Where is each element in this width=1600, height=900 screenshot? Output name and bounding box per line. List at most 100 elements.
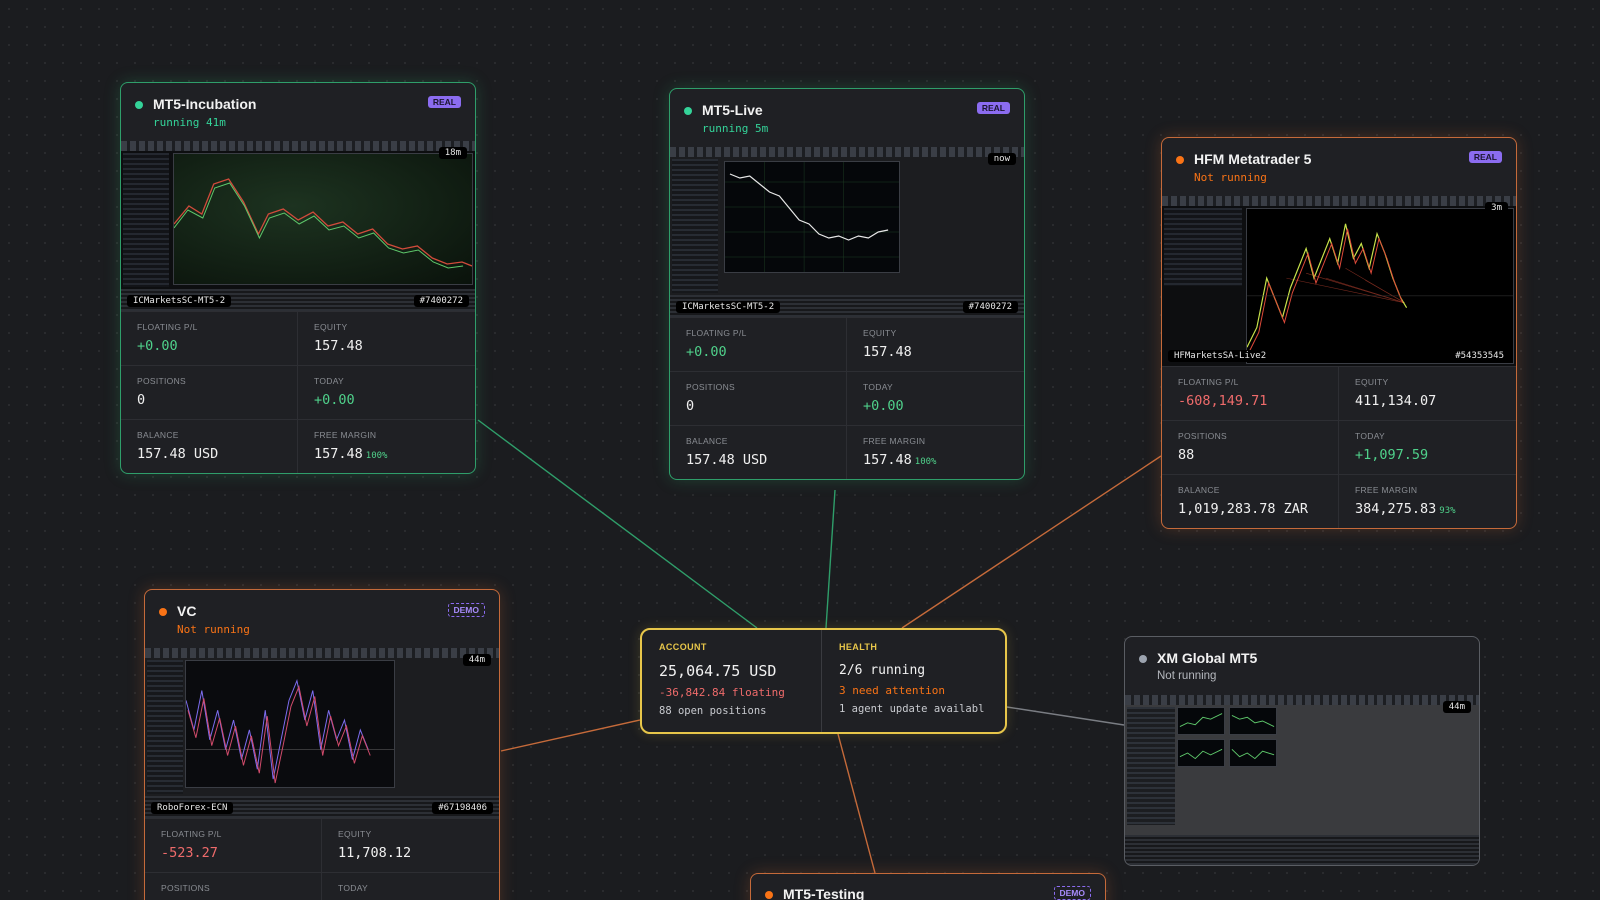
server-label: ICMarketsSC-MT5-2 xyxy=(676,301,781,313)
terminal-screenshot[interactable]: 44m RoboForex-ECN #67198406 xyxy=(145,648,499,818)
chart-window-4 xyxy=(1229,739,1277,767)
terminal-status: Not running xyxy=(1194,171,1267,184)
floating-pl: FLOATING P/L -608,149.71 xyxy=(1162,366,1339,420)
screenshot-age: 18m xyxy=(438,147,467,159)
mt5-market-watch xyxy=(1127,707,1175,825)
attention-count: 3 need attention xyxy=(839,684,945,697)
screenshot-age: 44m xyxy=(1442,701,1471,713)
terminal-card-mt5-incubation[interactable]: MT5-Incubation running 41m REAL 18m ICMa… xyxy=(120,82,476,474)
server-label: HFMarketsSA-Live2 xyxy=(1168,350,1273,362)
positions: POSITIONS 0 xyxy=(670,371,847,425)
total-balance: 25,064.75 USD xyxy=(659,662,777,680)
terminal-card-vc[interactable]: VC Not running DEMO 44m RoboForex-ECN #6… xyxy=(144,589,500,900)
account-number: #54353545 xyxy=(1449,350,1510,362)
floating-pl: FLOATING P/L +0.00 xyxy=(121,311,298,365)
equity: EQUITY 157.48 xyxy=(847,317,1024,371)
today: TODAY +0.00 xyxy=(847,371,1024,425)
chart-window-1 xyxy=(1177,707,1225,735)
mt5-market-watch xyxy=(672,159,718,293)
positions: POSITIONS 0 xyxy=(121,365,298,419)
terminal-card-xm-global-mt5[interactable]: XM Global MT5 Not running 44m xyxy=(1124,636,1480,866)
link-mt5-live xyxy=(825,489,836,629)
terminal-screenshot[interactable]: now ICMarketsSC-MT5-2 #7400272 xyxy=(670,147,1024,317)
terminal-name: HFM Metatrader 5 xyxy=(1194,151,1312,167)
equity: EQUITY 411,134.07 xyxy=(1339,366,1516,420)
metrics-grid: FLOATING P/L -523.27 EQUITY 11,708.12 POSI… xyxy=(145,818,499,900)
candlestick-thumbnail xyxy=(725,162,899,272)
account-type-badge: DEMO xyxy=(1053,886,1091,900)
candlestick-thumbnail xyxy=(174,178,472,269)
price-chart-thumbnail xyxy=(724,161,900,273)
terminal-name: MT5-Incubation xyxy=(153,96,257,112)
card-header: MT5-Testing DEMO xyxy=(751,874,1105,900)
price-chart-thumbnail xyxy=(185,660,395,788)
status-dot xyxy=(135,101,143,109)
account-number: #7400272 xyxy=(962,301,1018,313)
terminal-card-mt5-live[interactable]: MT5-Live running 5m REAL now ICMarketsSC… xyxy=(669,88,1025,480)
metrics-grid: FLOATING P/L +0.00 EQUITY 157.48 POSITIONS… xyxy=(670,317,1024,479)
health-summary: HEALTH 2/6 running 3 need attention 1 ag… xyxy=(822,630,984,732)
today: TODAY xyxy=(322,872,499,900)
screenshot-age: 3m xyxy=(1485,202,1508,214)
balance: BALANCE 157.48 USD xyxy=(670,425,847,479)
terminal-screenshot[interactable]: 18m ICMarketsSC-MT5-2 #7400272 xyxy=(121,141,475,311)
metrics-grid: FLOATING P/L -608,149.71 EQUITY 411,134.07… xyxy=(1162,366,1516,528)
screenshot-age: now xyxy=(987,153,1016,165)
status-dot xyxy=(684,107,692,115)
metrics-grid: FLOATING P/L +0.00 EQUITY 157.48 POSITIONS… xyxy=(121,311,475,473)
floating-pl: FLOATING P/L +0.00 xyxy=(670,317,847,371)
card-header: MT5-Live running 5m REAL xyxy=(670,89,1024,147)
terminal-name: MT5-Live xyxy=(702,102,763,118)
terminal-status: Not running xyxy=(1157,670,1217,682)
link-hfm xyxy=(901,455,1162,629)
mt5-toolbar xyxy=(670,147,1024,157)
positions: POSITIONS 88 xyxy=(1162,420,1339,474)
chart-window-2 xyxy=(1229,707,1277,735)
status-dot xyxy=(1176,156,1184,164)
mt5-market-watch xyxy=(147,660,183,794)
free-margin: FREE MARGIN 157.48 100% xyxy=(298,419,475,473)
mt5-toolbar xyxy=(1162,196,1516,206)
mt5-toolbox xyxy=(1125,835,1479,865)
account-number: #7400272 xyxy=(413,295,469,307)
chart-window-3 xyxy=(1177,739,1225,767)
terminal-screenshot[interactable]: 44m xyxy=(1125,695,1479,865)
link-xm xyxy=(1006,706,1125,726)
balance: BALANCE 157.48 USD xyxy=(121,419,298,473)
portfolio-summary[interactable]: ACCOUNT 25,064.75 USD -36,842.84 floatin… xyxy=(640,628,1007,734)
status-dot xyxy=(765,891,773,899)
mini-chart-thumbnail xyxy=(1179,748,1223,760)
free-margin: FREE MARGIN 157.48 100% xyxy=(847,425,1024,479)
terminal-card-mt5-testing[interactable]: MT5-Testing DEMO xyxy=(750,873,1106,900)
health-label: HEALTH xyxy=(839,642,878,652)
terminal-card-hfm-metatrader-5[interactable]: HFM Metatrader 5 Not running REAL 3m HFM… xyxy=(1161,137,1517,529)
price-chart-thumbnail xyxy=(1246,208,1514,364)
mt5-toolbar xyxy=(1125,695,1479,705)
mini-chart-thumbnail xyxy=(1231,715,1275,727)
terminal-status: running 5m xyxy=(702,122,769,135)
server-label: ICMarketsSC-MT5-2 xyxy=(127,295,232,307)
status-dot xyxy=(159,608,167,616)
terminal-status: Not running xyxy=(177,623,250,636)
account-label: ACCOUNT xyxy=(659,642,707,652)
mt5-toolbar xyxy=(145,648,499,658)
account-type-badge: DEMO xyxy=(447,603,485,617)
link-mt5-testing xyxy=(837,733,876,874)
mt5-market-watch xyxy=(1164,208,1242,286)
equity: EQUITY 11,708.12 xyxy=(322,818,499,872)
total-floating: -36,842.84 floating xyxy=(659,686,785,699)
account-number: #67198406 xyxy=(432,802,493,814)
account-type-badge: REAL xyxy=(427,96,461,108)
account-summary: ACCOUNT 25,064.75 USD -36,842.84 floatin… xyxy=(642,630,822,732)
candlestick-thumbnail xyxy=(1247,223,1513,353)
running-count: 2/6 running xyxy=(839,663,926,678)
today: TODAY +0.00 xyxy=(298,365,475,419)
today: TODAY +1,097.59 xyxy=(1339,420,1516,474)
account-type-badge: REAL xyxy=(976,102,1010,114)
mini-chart-thumbnail xyxy=(1179,713,1223,727)
floating-pl: FLOATING P/L -523.27 xyxy=(145,818,322,872)
price-chart-thumbnail xyxy=(173,153,473,285)
terminal-screenshot[interactable]: 3m HFMarketsSA-Live2 #54353545 xyxy=(1162,196,1516,366)
account-type-badge: REAL xyxy=(1468,151,1502,163)
balance: BALANCE 1,019,283.78 ZAR xyxy=(1162,474,1339,528)
